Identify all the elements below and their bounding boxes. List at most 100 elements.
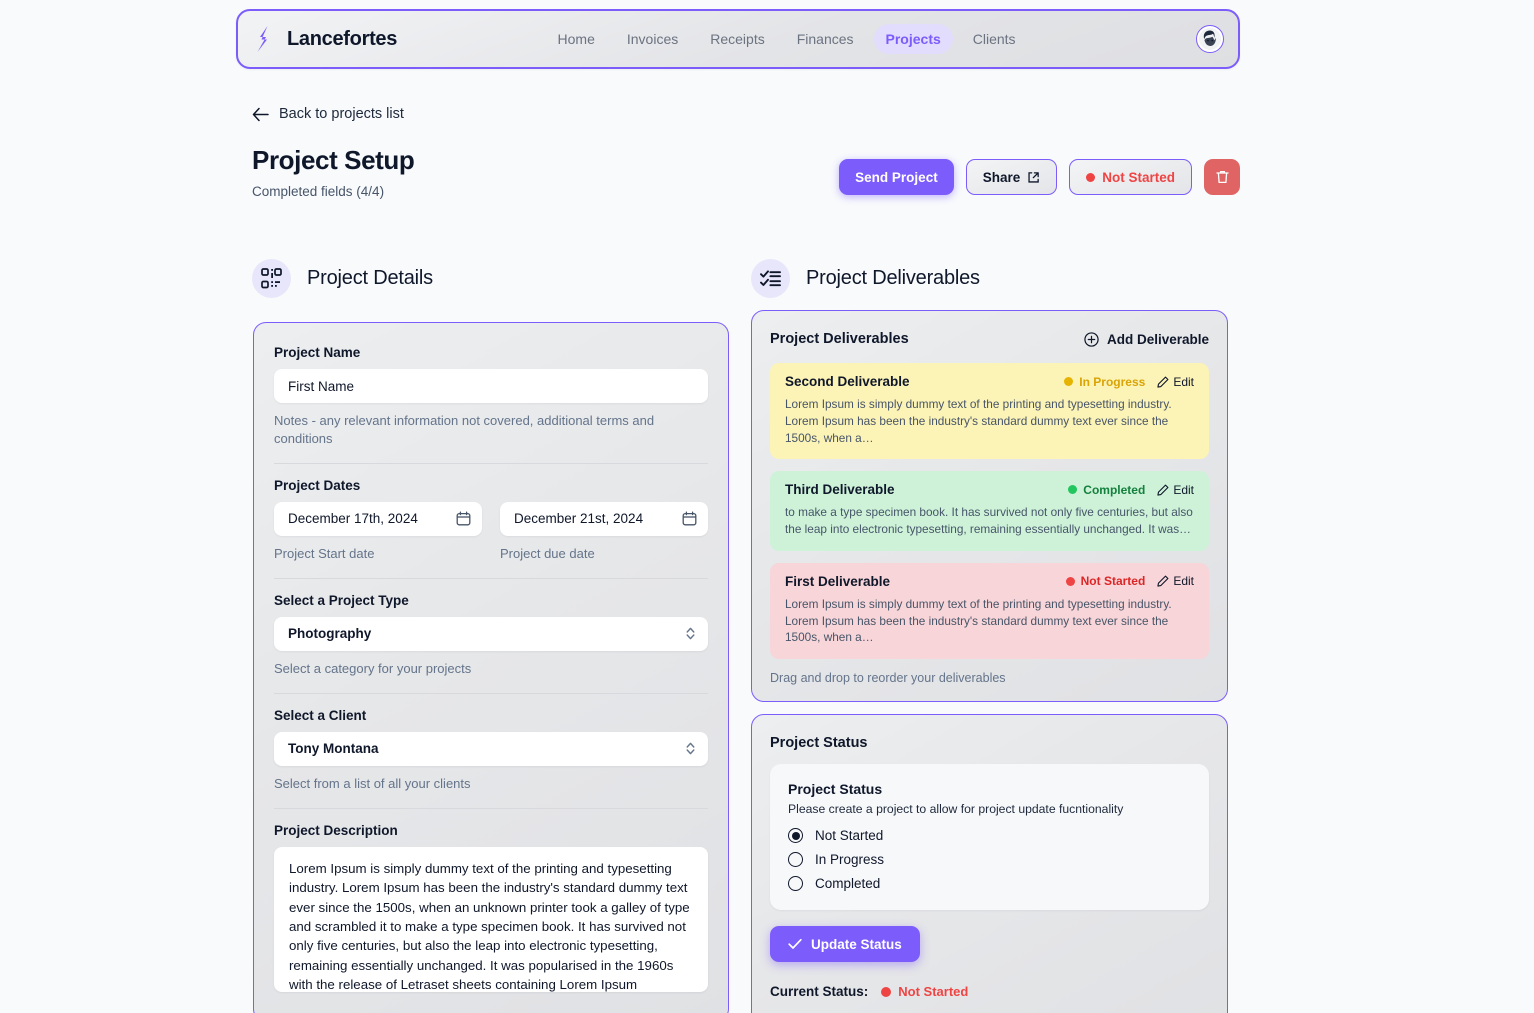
- edit-deliverable-button[interactable]: Edit: [1157, 574, 1194, 588]
- deliverable-name: Second Deliverable: [785, 374, 910, 389]
- share-label: Share: [983, 170, 1021, 185]
- pencil-icon: [1157, 484, 1169, 496]
- nav-link-receipts[interactable]: Receipts: [698, 24, 776, 54]
- project-type-helper: Select a category for your projects: [274, 660, 708, 678]
- status-option-in-progress[interactable]: In Progress: [788, 852, 1191, 867]
- radio-not-started[interactable]: [788, 828, 803, 843]
- arrow-left-icon: [252, 107, 269, 122]
- update-status-button[interactable]: Update Status: [770, 926, 920, 962]
- update-status-label: Update Status: [811, 937, 902, 952]
- status-option-label: In Progress: [815, 852, 884, 867]
- project-status-card-title: Project Status: [788, 781, 1191, 797]
- status-dot-icon: [1086, 173, 1095, 182]
- project-type-select[interactable]: Photography: [274, 617, 708, 651]
- deliverables-panel-header: Project Deliverables Add Deliverable: [770, 331, 1209, 347]
- due-date-value: December 21st, 2024: [514, 511, 643, 526]
- client-label: Select a Client: [274, 708, 708, 723]
- project-type-label: Select a Project Type: [274, 593, 708, 608]
- header-actions: Send Project Share Not Started: [839, 159, 1240, 195]
- back-label: Back to projects list: [279, 106, 404, 122]
- avatar-icon: [1198, 27, 1222, 51]
- back-to-projects-link[interactable]: Back to projects list: [252, 106, 404, 122]
- project-details-panel: Project Name Notes - any relevant inform…: [253, 322, 729, 1013]
- project-type-value: Photography: [288, 626, 371, 641]
- status-badge-button[interactable]: Not Started: [1069, 159, 1192, 195]
- deliverable-card-actions: Not Started Edit: [1066, 574, 1194, 588]
- radio-in-progress[interactable]: [788, 852, 803, 867]
- status-option-label: Not Started: [815, 828, 883, 843]
- page-title: Project Setup: [252, 145, 414, 176]
- status-dot-icon: [1066, 577, 1075, 586]
- pencil-icon: [1157, 575, 1169, 587]
- send-project-label: Send Project: [855, 170, 938, 185]
- current-status-text: Not Started: [898, 984, 968, 999]
- edit-label: Edit: [1173, 483, 1194, 497]
- drag-drop-hint: Drag and drop to reorder your deliverabl…: [770, 671, 1209, 685]
- add-deliverable-label: Add Deliverable: [1107, 332, 1209, 347]
- lancefortes-logo-icon: [254, 25, 280, 53]
- divider: [274, 693, 708, 694]
- deliverable-status: Not Started: [1066, 574, 1146, 588]
- project-status-panel-title: Project Status: [770, 735, 1209, 751]
- status-option-label: Completed: [815, 876, 880, 891]
- status-option-completed[interactable]: Completed: [788, 876, 1191, 891]
- deliverable-status-label: In Progress: [1079, 375, 1145, 389]
- status-dot-icon: [881, 987, 891, 997]
- trash-icon: [1215, 169, 1230, 185]
- nav-link-projects[interactable]: Projects: [874, 24, 953, 54]
- chevron-updown-icon: [685, 741, 696, 756]
- radio-completed[interactable]: [788, 876, 803, 891]
- start-date-value: December 17th, 2024: [288, 511, 418, 526]
- due-date-picker[interactable]: December 21st, 2024: [500, 502, 708, 536]
- share-button[interactable]: Share: [966, 159, 1058, 195]
- edit-label: Edit: [1173, 574, 1194, 588]
- deliverables-panel: Project Deliverables Add Deliverable Sec…: [751, 310, 1228, 702]
- project-description-textarea[interactable]: Lorem Ipsum is simply dummy text of the …: [274, 847, 708, 992]
- client-helper: Select from a list of all your clients: [274, 775, 708, 793]
- edit-deliverable-button[interactable]: Edit: [1157, 375, 1194, 389]
- status-option-not-started[interactable]: Not Started: [788, 828, 1191, 843]
- radio-inner-dot: [792, 832, 800, 840]
- deliverable-card-actions: Completed Edit: [1068, 483, 1194, 497]
- deliverable-card-header: Second Deliverable In Progress Edit: [785, 374, 1194, 389]
- deliverable-card[interactable]: First Deliverable Not Started Edit Lorem…: [770, 563, 1209, 659]
- deliverable-status: Completed: [1068, 483, 1145, 497]
- status-dot-icon: [1068, 485, 1077, 494]
- deliverable-description: Lorem Ipsum is simply dummy text of the …: [785, 396, 1194, 446]
- client-select[interactable]: Tony Montana: [274, 732, 708, 766]
- delete-project-button[interactable]: [1204, 159, 1240, 195]
- deliverable-name: Third Deliverable: [785, 482, 895, 497]
- current-status-row: Current Status: Not Started: [770, 984, 1209, 999]
- edit-deliverable-button[interactable]: Edit: [1157, 483, 1194, 497]
- top-navbar: Lancefortes Home Invoices Receipts Finan…: [236, 9, 1240, 69]
- current-status-value: Not Started: [881, 984, 968, 999]
- plus-circle-icon: [1084, 332, 1099, 347]
- send-project-button[interactable]: Send Project: [839, 159, 954, 195]
- deliverable-card[interactable]: Second Deliverable In Progress Edit Lore…: [770, 363, 1209, 459]
- nav-link-clients[interactable]: Clients: [961, 24, 1028, 54]
- calendar-icon: [456, 511, 471, 526]
- calendar-icon: [682, 511, 697, 526]
- checklist-icon: [751, 259, 790, 298]
- project-deliverables-header: Project Deliverables: [751, 259, 980, 298]
- nav-link-home[interactable]: Home: [546, 24, 607, 54]
- start-date-picker[interactable]: December 17th, 2024: [274, 502, 482, 536]
- add-deliverable-button[interactable]: Add Deliverable: [1084, 332, 1209, 347]
- deliverable-card[interactable]: Third Deliverable Completed Edit to make…: [770, 471, 1209, 551]
- deliverables-panel-title: Project Deliverables: [770, 331, 909, 347]
- brand-logo[interactable]: Lancefortes: [254, 25, 397, 53]
- nav-link-invoices[interactable]: Invoices: [615, 24, 690, 54]
- due-date-helper: Project due date: [500, 545, 708, 563]
- edit-label: Edit: [1173, 375, 1194, 389]
- project-description-label: Project Description: [274, 823, 708, 838]
- app-root: Lancefortes Home Invoices Receipts Finan…: [0, 0, 1534, 1013]
- nav-link-finances[interactable]: Finances: [785, 24, 866, 54]
- chevron-updown-icon: [685, 626, 696, 641]
- deliverable-description: to make a type specimen book. It has sur…: [785, 504, 1194, 538]
- pencil-icon: [1157, 376, 1169, 388]
- deliverable-status-label: Completed: [1083, 483, 1145, 497]
- avatar[interactable]: [1196, 25, 1224, 53]
- project-status-card-subtitle: Please create a project to allow for pro…: [788, 802, 1191, 816]
- client-value: Tony Montana: [288, 741, 379, 756]
- project-name-input[interactable]: [274, 369, 708, 403]
